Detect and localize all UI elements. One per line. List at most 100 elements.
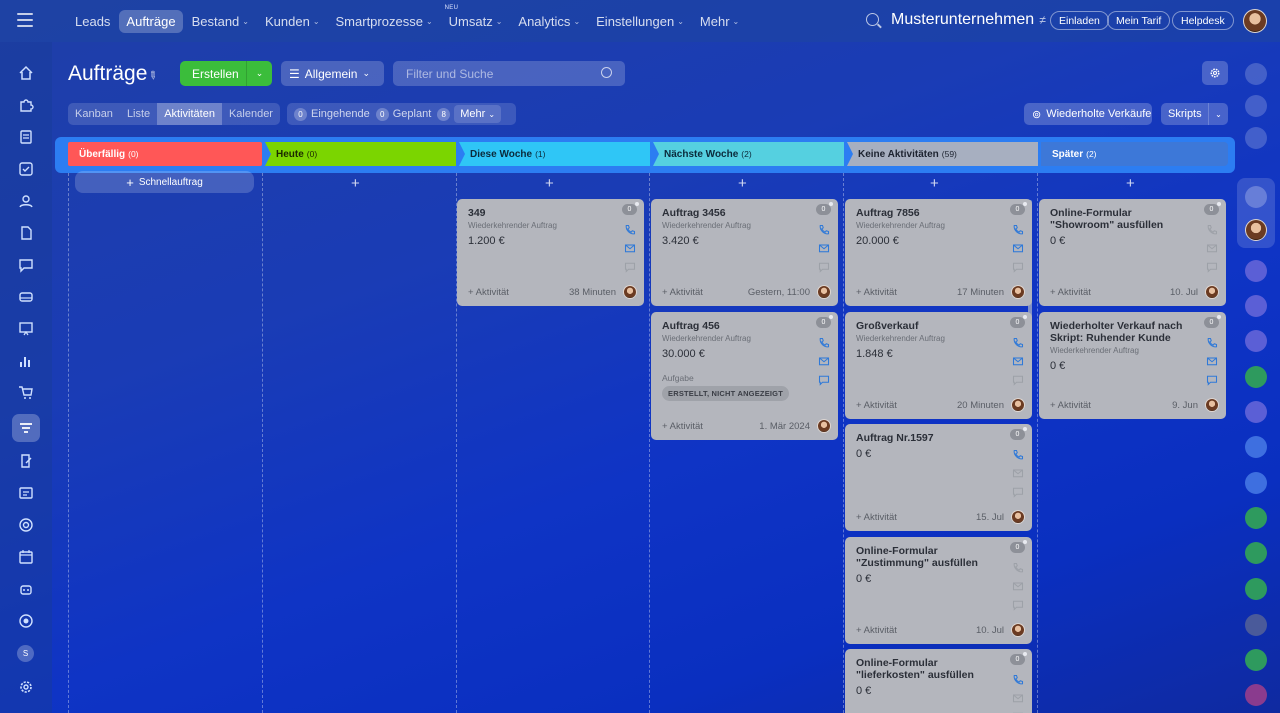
mail-icon[interactable]	[1012, 579, 1024, 591]
phone-icon[interactable]	[1206, 223, 1218, 235]
invite-button[interactable]: Einladen	[1050, 11, 1109, 30]
phone-icon[interactable]	[1012, 223, 1024, 235]
search-input[interactable]: Filter und Suche	[393, 61, 625, 86]
pipeline-selector[interactable]: ☰ Allgemein ⌄	[281, 61, 384, 86]
add-activity-link[interactable]: + Aktivität	[468, 287, 509, 298]
inbox-icon[interactable]	[16, 287, 36, 307]
search-chat-icon[interactable]	[1245, 127, 1267, 149]
stage-4[interactable]: Keine Aktivitäten (59)	[847, 142, 1038, 166]
openline-icon[interactable]	[1245, 330, 1267, 352]
group-avatar-icon[interactable]	[1245, 614, 1267, 636]
mail-icon[interactable]	[1012, 354, 1024, 366]
task-check-icon[interactable]	[1245, 578, 1267, 600]
card-title[interactable]: 349	[468, 207, 608, 219]
feed-icon[interactable]	[16, 127, 36, 147]
stage-0[interactable]: Überfällig (0)	[68, 142, 262, 166]
recurring-sales-button[interactable]: ⊚ Wiederholte Verkäufe	[1024, 103, 1152, 125]
card-title[interactable]: Online-Formular "Showroom" ausfüllen	[1050, 207, 1190, 231]
phone-icon[interactable]	[1012, 448, 1024, 460]
nav-item-6[interactable]: Analytics ⌄	[511, 10, 587, 33]
menu-icon[interactable]	[17, 13, 33, 27]
stage-2[interactable]: Diese Woche (1)	[459, 142, 650, 166]
tab-kanban[interactable]: Kanban	[68, 103, 120, 125]
mail-icon[interactable]	[1012, 466, 1024, 478]
company-name[interactable]: Musterunternehmen ≠	[891, 11, 1046, 29]
bell-icon[interactable]	[1245, 63, 1267, 85]
stage-3[interactable]: Nächste Woche (2)	[653, 142, 844, 166]
deal-card[interactable]: Auftrag 456 Wiederkehrender Auftrag 30.000…	[651, 312, 838, 440]
settings-button[interactable]	[1202, 61, 1228, 85]
nav-item-1[interactable]: Aufträge	[119, 9, 183, 33]
add-activity-link[interactable]: + Aktivität	[856, 400, 897, 411]
add-activity-link[interactable]: + Aktivität	[856, 287, 897, 298]
add-card-plus-icon[interactable]: +	[930, 175, 939, 192]
phone-icon[interactable]	[818, 223, 830, 235]
responsible-avatar[interactable]	[1205, 398, 1219, 412]
analytics-icon[interactable]	[16, 351, 36, 371]
responsible-avatar[interactable]	[1011, 623, 1025, 637]
chat-icon[interactable]	[1012, 598, 1024, 611]
deal-card[interactable]: Online-Formular "Showroom" ausfüllen 0 € 0…	[1039, 199, 1226, 306]
documents-icon[interactable]	[16, 223, 36, 243]
chevron-down-icon[interactable]: ⌄	[246, 61, 272, 86]
chevron-down-icon[interactable]: ⌄	[1208, 103, 1228, 125]
responsible-avatar[interactable]	[817, 285, 831, 299]
deal-card[interactable]: Großverkauf Wiederkehrender Auftrag 1.848 …	[845, 312, 1032, 419]
deal-card[interactable]: Online-Formular "Zustimmung" ausfüllen 0 …	[845, 537, 1032, 644]
add-card-plus-icon[interactable]: +	[738, 175, 747, 192]
nav-item-5[interactable]: NEU Umsatz ⌄	[442, 5, 510, 33]
tab-list[interactable]: Liste	[120, 103, 157, 125]
phone-icon[interactable]	[1245, 649, 1267, 671]
presentation-icon[interactable]	[16, 319, 36, 339]
phone-icon[interactable]	[1245, 684, 1267, 706]
lock-icon[interactable]	[1245, 401, 1267, 423]
openline-icon[interactable]	[1245, 260, 1267, 282]
task-check-icon[interactable]	[1245, 507, 1267, 529]
add-activity-link[interactable]: + Aktivität	[662, 421, 703, 432]
add-activity-link[interactable]: + Aktivität	[856, 512, 897, 523]
tab-calendar[interactable]: Kalender	[222, 103, 280, 125]
add-card-plus-icon[interactable]: +	[1126, 175, 1135, 192]
chat-avatar-icon[interactable]	[1245, 186, 1267, 208]
nav-item-7[interactable]: Einstellungen ⌄	[589, 10, 691, 33]
mail-icon[interactable]	[1206, 354, 1218, 366]
card-title[interactable]: Auftrag 3456	[662, 207, 802, 219]
lock-icon[interactable]	[1245, 366, 1267, 388]
mail-icon[interactable]	[624, 241, 636, 253]
stage-1[interactable]: Heute (0)	[265, 142, 456, 166]
card-title[interactable]: Auftrag 456	[662, 320, 802, 332]
add-activity-link[interactable]: + Aktivität	[662, 287, 703, 298]
quick-deal-button[interactable]: + Schnellauftrag	[75, 171, 254, 193]
create-button[interactable]: Erstellen ⌄	[180, 61, 272, 86]
chat-icon[interactable]	[1206, 260, 1218, 273]
deal-card[interactable]: Wiederholter Verkauf nach Skript: Ruhend…	[1039, 312, 1226, 419]
phone-icon[interactable]	[1012, 336, 1024, 348]
phone-icon[interactable]	[624, 223, 636, 235]
card-title[interactable]: Auftrag Nr.1597	[856, 432, 996, 444]
stage-5[interactable]: Später (2)	[1041, 142, 1228, 166]
company-switch-icon[interactable]: ≠	[1039, 13, 1046, 27]
mail-icon[interactable]	[818, 241, 830, 253]
phone-icon[interactable]	[1206, 336, 1218, 348]
puzzle-icon[interactable]	[16, 95, 36, 115]
scripts-button[interactable]: Skripts ⌄	[1161, 103, 1228, 125]
deal-card[interactable]: 349 Wiederkehrender Auftrag 1.200 € 0 + Akti…	[457, 199, 644, 306]
add-card-plus-icon[interactable]: +	[351, 175, 360, 192]
card-title[interactable]: Auftrag 7856	[856, 207, 996, 219]
id-card-icon[interactable]	[16, 483, 36, 503]
deal-card[interactable]: Auftrag 7856 Wiederkehrender Auftrag 20.00…	[845, 199, 1032, 306]
mail-icon[interactable]	[1012, 691, 1024, 703]
chat-icon[interactable]	[624, 260, 636, 273]
nav-item-0[interactable]: Leads	[68, 10, 117, 33]
robot-icon[interactable]	[16, 579, 36, 599]
counter-incoming[interactable]: 0 Eingehende	[294, 107, 370, 121]
responsible-avatar[interactable]	[623, 285, 637, 299]
settings-gear-icon[interactable]	[16, 677, 36, 697]
add-activity-link[interactable]: + Aktivität	[1050, 400, 1091, 411]
crm-funnel-icon[interactable]	[12, 414, 40, 442]
card-title[interactable]: Online-Formular "lieferkosten" ausfüllen	[856, 657, 996, 681]
add-activity-link[interactable]: + Aktivität	[856, 625, 897, 636]
contacts-icon[interactable]	[16, 191, 36, 211]
card-title[interactable]: Großverkauf	[856, 320, 996, 332]
card-title[interactable]: Wiederholter Verkauf nach Skript: Ruhend…	[1050, 320, 1190, 344]
